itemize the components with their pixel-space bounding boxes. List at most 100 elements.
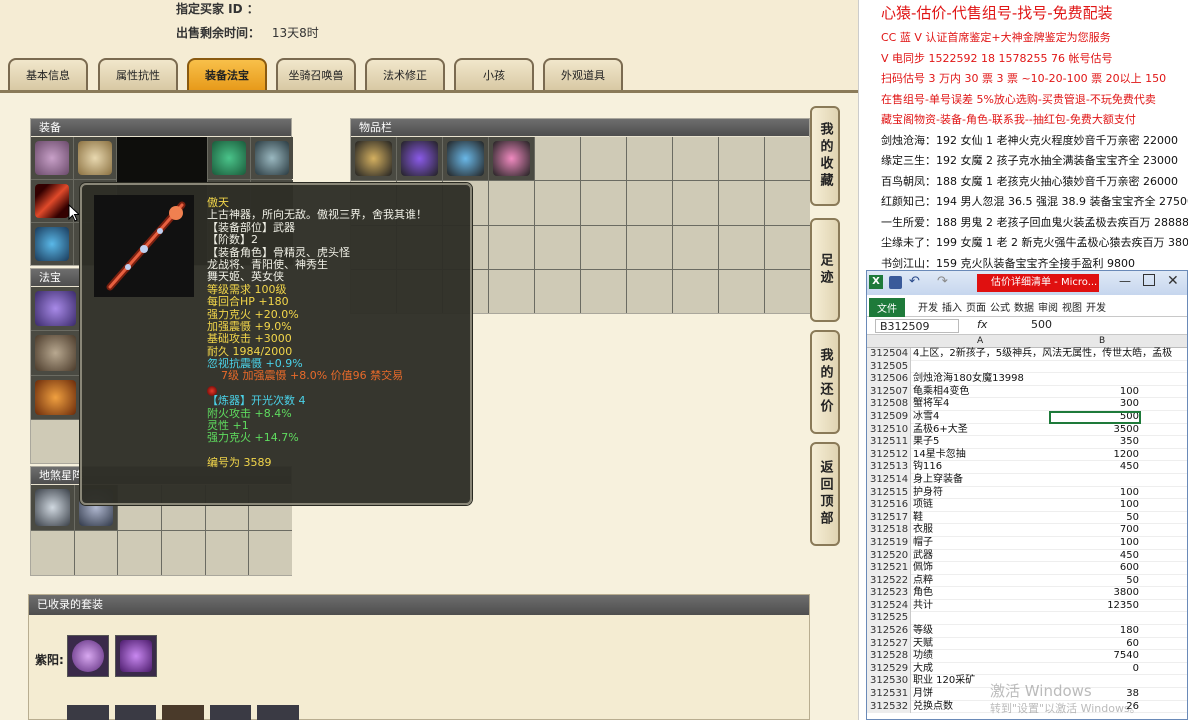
sheet-row[interactable]: 312516 项链 100 <box>867 499 1187 512</box>
inventory-slot[interactable] <box>535 181 580 225</box>
star-slot-9[interactable] <box>118 530 161 575</box>
inventory-slot[interactable] <box>765 181 810 225</box>
cell-b[interactable]: 300 <box>1049 398 1141 411</box>
inventory-slot[interactable] <box>489 137 534 181</box>
inventory-slot[interactable] <box>351 137 396 181</box>
row-number[interactable]: 312526 <box>867 625 911 638</box>
inventory-slot[interactable] <box>673 181 718 225</box>
cell-b[interactable]: 100 <box>1049 386 1141 399</box>
sheet-row[interactable]: 312527 天赋 60 <box>867 637 1187 651</box>
maximize-button[interactable] <box>1143 274 1155 286</box>
inventory-slot[interactable] <box>719 137 764 181</box>
cell-b[interactable]: 700 <box>1049 524 1141 537</box>
cell-b[interactable]: 7540 <box>1049 650 1141 663</box>
ribbon-tab[interactable]: 公式 <box>987 298 1013 315</box>
star-slot-11[interactable] <box>205 530 249 575</box>
set-item-icon[interactable] <box>209 705 252 720</box>
cell-b[interactable]: 350 <box>1049 436 1141 449</box>
ribbon-tab[interactable]: 数据 <box>1011 298 1037 315</box>
row-number[interactable]: 312511 <box>867 436 911 449</box>
tab-basic-info[interactable]: 基本信息 <box>8 58 88 90</box>
inventory-slot[interactable] <box>489 225 534 269</box>
star-slot-8[interactable] <box>74 530 118 575</box>
row-number[interactable]: 312512 <box>867 448 911 462</box>
row-number[interactable]: 312508 <box>867 398 911 411</box>
ribbon-tab[interactable]: 页面 <box>963 298 989 315</box>
tab-appearance[interactable]: 外观道具 <box>543 58 623 90</box>
star-slot-7[interactable] <box>31 530 74 575</box>
my-favorites-button[interactable]: 我的收藏 <box>810 106 840 206</box>
sheet-row[interactable]: 312506 剑烛沧海180女魔13998 <box>867 373 1187 386</box>
row-number[interactable]: 312515 <box>867 486 911 500</box>
formula-input[interactable]: 500 <box>1031 318 1052 331</box>
cell-a[interactable]: 龟乘相4变色 <box>913 386 1047 399</box>
fabao-slot-4[interactable] <box>31 419 80 463</box>
sheet-row[interactable]: 312505 <box>867 360 1187 374</box>
sheet-row[interactable]: 312513 钩116 450 <box>867 461 1187 474</box>
fabao-slot-1[interactable] <box>31 287 80 331</box>
equip-slot-hat[interactable] <box>31 137 73 179</box>
sheet-row[interactable]: 312518 衣服 700 <box>867 524 1187 537</box>
row-number[interactable]: 312513 <box>867 461 911 474</box>
my-counteroffer-button[interactable]: 我的还价 <box>810 330 840 434</box>
inventory-slot[interactable] <box>673 225 718 269</box>
row-number[interactable]: 312527 <box>867 637 911 651</box>
cell-b[interactable]: 12350 <box>1049 600 1141 613</box>
sheet-row[interactable]: 312515 护身符 100 <box>867 486 1187 500</box>
row-number[interactable]: 312524 <box>867 599 911 613</box>
sheet-row[interactable]: 312514 身上穿装备 <box>867 473 1187 487</box>
row-number[interactable]: 312514 <box>867 473 911 487</box>
inventory-slot[interactable] <box>719 269 764 313</box>
cell-a[interactable]: 冰雪4 <box>913 411 1047 424</box>
row-number[interactable]: 312520 <box>867 549 911 563</box>
footprint-button[interactable]: 足迹 <box>810 218 840 322</box>
row-number[interactable]: 312516 <box>867 499 911 512</box>
cell-a[interactable]: 护身符 <box>913 487 1047 500</box>
equip-slot-mask[interactable] <box>208 137 250 179</box>
fx-icon[interactable]: fx <box>977 318 987 331</box>
save-icon[interactable] <box>889 276 902 289</box>
tab-children[interactable]: 小孩 <box>454 58 534 90</box>
sheet-row[interactable]: 312509 冰雪4 500 <box>867 410 1187 424</box>
equip-slot-9[interactable] <box>31 223 73 265</box>
sheet-row[interactable]: 312519 帽子 100 <box>867 536 1187 550</box>
inventory-slot[interactable] <box>535 137 580 181</box>
inventory-slot[interactable] <box>765 269 810 313</box>
cell-a[interactable]: 项链 <box>913 499 1047 512</box>
cell-b[interactable]: 3500 <box>1049 424 1141 437</box>
column-b-header[interactable]: B <box>1099 336 1105 346</box>
set-item-icon[interactable] <box>114 705 157 720</box>
ribbon-tab[interactable]: 开发 <box>915 298 941 315</box>
star-slot-1[interactable] <box>31 485 74 530</box>
cell-a[interactable]: 4上区，2新孩子，5级神兵，风法无属性，传世太皓，孟极 <box>913 348 1172 361</box>
row-number[interactable]: 312528 <box>867 650 911 663</box>
row-number[interactable]: 312531 <box>867 688 911 701</box>
sheet-row[interactable]: 312528 功绩 7540 <box>867 650 1187 663</box>
cell-a[interactable]: 天赋 <box>913 638 1047 651</box>
tab-spell-correction[interactable]: 法术修正 <box>365 58 445 90</box>
sheet-row[interactable]: 312510 孟极6+大圣 3500 <box>867 423 1187 437</box>
set-item-icon[interactable] <box>162 705 204 720</box>
inventory-slot[interactable] <box>765 137 810 181</box>
fabao-slot-3[interactable] <box>31 375 80 419</box>
inventory-slot[interactable] <box>397 137 442 181</box>
sheet-row[interactable]: 312525 <box>867 612 1187 626</box>
row-number[interactable]: 312510 <box>867 423 911 437</box>
cell-a[interactable]: 等级 <box>913 625 1047 638</box>
row-number[interactable]: 312525 <box>867 612 911 626</box>
row-number[interactable]: 312523 <box>867 587 911 600</box>
sheet-row[interactable]: 312521 佩饰 600 <box>867 562 1187 575</box>
equip-slot-weapon[interactable] <box>31 180 73 222</box>
sheet-row[interactable]: 312507 龟乘相4变色 100 <box>867 385 1187 399</box>
sheet-row[interactable]: 312517 鞋 50 <box>867 511 1187 525</box>
tab-mounts-summons[interactable]: 坐骑召唤兽 <box>276 58 356 90</box>
cell-a[interactable]: 蟹将军4 <box>913 398 1047 411</box>
inventory-slot[interactable] <box>581 269 626 313</box>
ribbon-tab[interactable]: 文件 <box>869 298 905 317</box>
cell-b[interactable]: 100 <box>1049 487 1141 500</box>
minimize-button[interactable]: — <box>1119 274 1131 288</box>
cell-b[interactable]: 100 <box>1049 499 1141 512</box>
cell-b[interactable]: 3800 <box>1049 587 1141 600</box>
tab-attributes[interactable]: 属性抗性 <box>98 58 178 90</box>
ribbon-tab[interactable]: 视图 <box>1059 298 1085 315</box>
